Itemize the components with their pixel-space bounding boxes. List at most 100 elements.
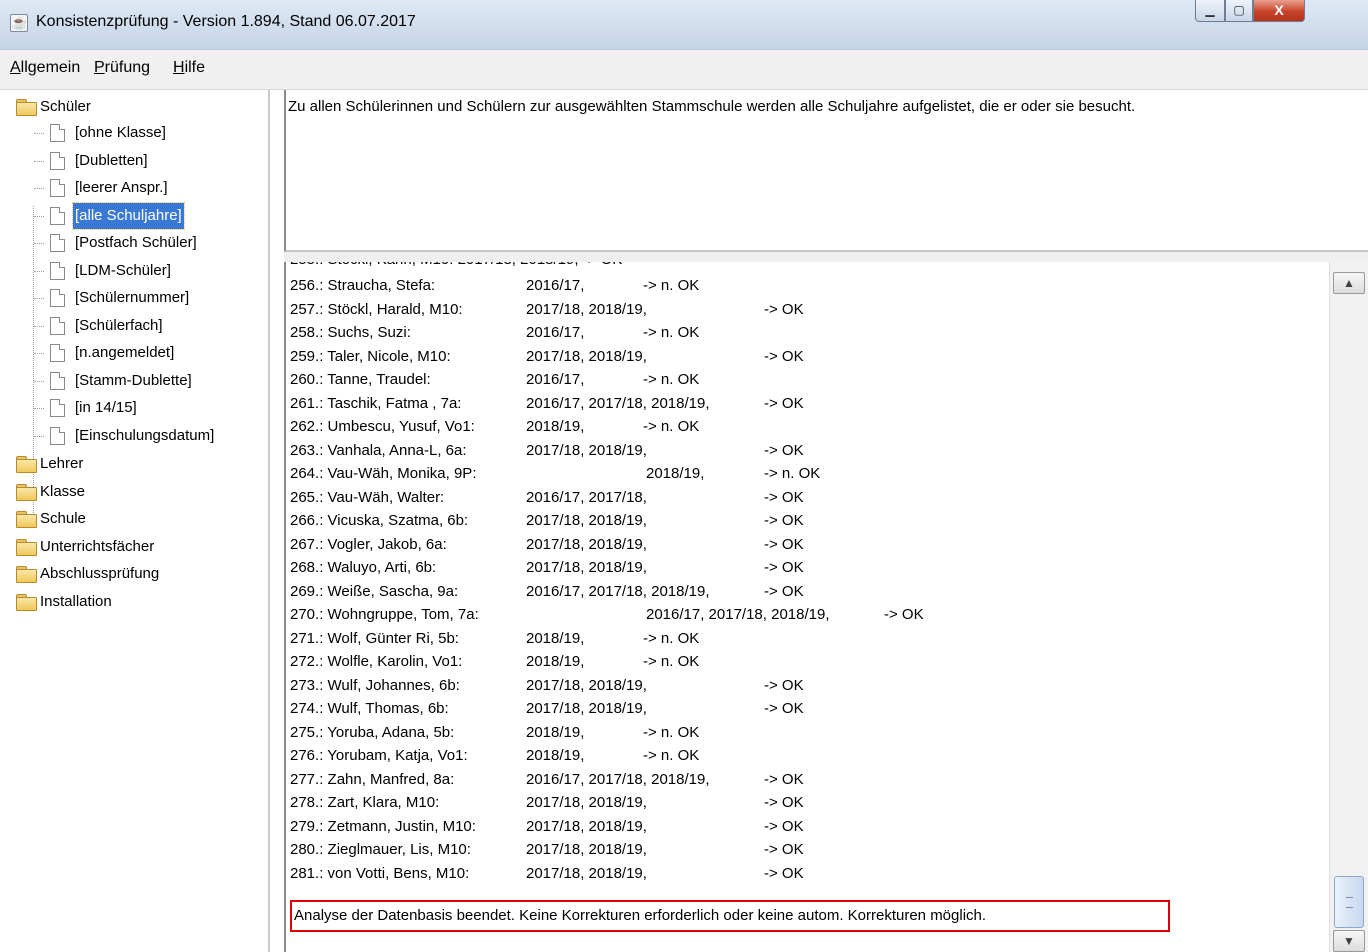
tree-connector xyxy=(34,243,44,244)
tree-item-label: [Stamm-Dublette] xyxy=(75,372,192,389)
folder-icon xyxy=(16,594,37,611)
result-row: 274.: Wulf, Thomas, 6b: 2017/18, 2018/19,… xyxy=(290,697,1329,721)
splitter[interactable] xyxy=(284,252,1368,262)
tree-item-label: [Einschulungsdatum] xyxy=(75,427,215,444)
tree-connector xyxy=(34,298,44,299)
close-button[interactable]: X xyxy=(1253,0,1305,22)
result-name: 268.: Waluyo, Arti, 6b: xyxy=(290,559,437,576)
scroll-down-button[interactable]: ▼ xyxy=(1333,930,1365,952)
result-status: -> n. OK xyxy=(764,465,821,482)
result-name: 280.: Zieglmauer, Lis, M10: xyxy=(290,841,471,858)
result-status: -> OK xyxy=(764,818,804,835)
result-status: -> OK xyxy=(764,559,804,576)
navigation-tree[interactable]: Schüler [ohne Klasse] [Dubletten] [leerer … xyxy=(12,90,270,952)
result-years: 2017/18, 2018/19, xyxy=(526,536,647,553)
result-row: 257.: Stöckl, Harald, M10: 2017/18, 2018/… xyxy=(290,298,1329,322)
document-icon xyxy=(50,427,65,445)
result-status: -> OK xyxy=(764,395,804,412)
result-name: 266.: Vicuska, Szatma, 6b: xyxy=(290,512,469,529)
vertical-scrollbar[interactable]: ▲ ▼ xyxy=(1329,262,1368,952)
result-row: 267.: Vogler, Jakob, 6a: 2017/18, 2018/19… xyxy=(290,533,1329,557)
result-row: 279.: Zetmann, Justin, M10: 2017/18, 2018… xyxy=(290,815,1329,839)
final-message: Analyse der Datenbasis beendet. Keine Ko… xyxy=(290,900,1170,932)
description-panel: Zu allen Schülerinnen und Schülern zur a… xyxy=(284,90,1368,252)
menu-mnemonic: A xyxy=(10,59,21,76)
document-icon xyxy=(50,179,65,197)
result-years: 2017/18, 2018/19, xyxy=(526,794,647,811)
result-name: 262.: Umbescu, Yusuf, Vo1: xyxy=(290,418,475,435)
minimize-button[interactable]: ▁ xyxy=(1195,0,1225,22)
result-years: 2016/17, 2017/18, xyxy=(526,489,647,506)
result-status: -> OK xyxy=(884,606,924,623)
result-row: 277.: Zahn, Manfred, 8a: 2016/17, 2017/18… xyxy=(290,768,1329,792)
tree-connector xyxy=(34,216,44,217)
tree-item-label: [ohne Klasse] xyxy=(75,124,166,141)
result-row: 278.: Zart, Klara, M10: 2017/18, 2018/19,… xyxy=(290,791,1329,815)
menu-hilfe[interactable]: Hilfe xyxy=(173,59,205,77)
tree-connector xyxy=(34,161,44,162)
results-panel[interactable]: 255.: Stöckl, Karin, M10: 2017/18, 2018/… xyxy=(284,262,1329,952)
result-name: 264.: Vau-Wäh, Monika, 9P: xyxy=(290,465,477,482)
result-status: -> OK xyxy=(764,512,804,529)
menu-label: rüfung xyxy=(104,59,151,76)
tree-folder-label: Abschlussprüfung xyxy=(40,565,160,582)
result-row: 271.: Wolf, Günter Ri, 5b: 2018/19, -> n. … xyxy=(290,627,1329,651)
menu-label: llgemein xyxy=(20,59,81,76)
result-status: -> OK xyxy=(764,348,804,365)
tree-item-label: [Postfach Schüler] xyxy=(75,234,197,251)
menu-pruefung[interactable]: Prüfung xyxy=(94,59,150,77)
result-years: 2017/18, 2018/19, xyxy=(526,559,647,576)
title-bar[interactable]: ☕ Konsistenzprüfung - Version 1.894, Sta… xyxy=(0,0,1368,50)
menu-label: ilfe xyxy=(184,59,206,76)
tree-folder-label: Unterrichtsfächer xyxy=(40,538,155,555)
tree-connector xyxy=(34,408,44,409)
scroll-up-button[interactable]: ▲ xyxy=(1333,272,1365,294)
result-years: 2016/17, 2017/18, 2018/19, xyxy=(526,395,710,412)
result-row: 258.: Suchs, Suzi: 2016/17, -> n. OK xyxy=(290,321,1329,345)
result-years: 2017/18, 2018/19, xyxy=(526,512,647,529)
result-name: 257.: Stöckl, Harald, M10: xyxy=(290,301,463,318)
result-status: -> OK xyxy=(764,677,804,694)
result-row: 276.: Yorubam, Katja, Vo1: 2018/19, -> n. … xyxy=(290,744,1329,768)
result-row: 262.: Umbescu, Yusuf, Vo1: 2018/19, -> n. … xyxy=(290,415,1329,439)
result-status: -> n. OK xyxy=(643,653,700,670)
result-name: 270.: Wohngruppe, Tom, 7a: xyxy=(290,606,479,623)
result-years: 2018/19, xyxy=(526,724,585,741)
tree-item-label: [alle Schuljahre] xyxy=(72,202,185,230)
result-name: 278.: Zart, Klara, M10: xyxy=(290,794,440,811)
result-years: 2018/19, xyxy=(646,465,705,482)
tree-folder-label: Schule xyxy=(40,510,86,527)
document-icon xyxy=(50,152,65,170)
scroll-thumb[interactable] xyxy=(1334,876,1364,928)
tree-folder-label: Lehrer xyxy=(40,455,84,472)
document-icon xyxy=(50,372,65,390)
result-row: 265.: Vau-Wäh, Walter: 2016/17, 2017/18, -… xyxy=(290,486,1329,510)
result-row: 272.: Wolfle, Karolin, Vo1: 2018/19, -> n.… xyxy=(290,650,1329,674)
tree-folder-label: Schüler xyxy=(40,98,91,115)
result-name: 275.: Yoruba, Adana, 5b: xyxy=(290,724,455,741)
folder-icon xyxy=(16,456,37,473)
result-status: -> OK xyxy=(764,865,804,882)
tree-connector xyxy=(34,271,44,272)
document-icon xyxy=(50,344,65,362)
tree-item-label: [in 14/15] xyxy=(75,399,137,416)
result-status: -> OK xyxy=(764,700,804,717)
result-name: 263.: Vanhala, Anna-L, 6a: xyxy=(290,442,467,459)
result-row: 270.: Wohngruppe, Tom, 7a: 2016/17, 2017/… xyxy=(290,603,1329,627)
result-years: 2017/18, 2018/19, xyxy=(526,818,647,835)
result-status: -> OK xyxy=(764,771,804,788)
result-status: -> n. OK xyxy=(643,324,700,341)
result-row: 273.: Wulf, Johannes, 6b: 2017/18, 2018/1… xyxy=(290,674,1329,698)
menu-mnemonic: P xyxy=(94,59,105,76)
result-status: -> OK xyxy=(764,489,804,506)
result-row: 263.: Vanhala, Anna-L, 6a: 2017/18, 2018/… xyxy=(290,439,1329,463)
menu-allgemein[interactable]: Allgemein xyxy=(10,59,80,77)
result-name: 261.: Taschik, Fatma , 7a: xyxy=(290,395,462,412)
document-icon xyxy=(50,317,65,335)
result-years: 2017/18, 2018/19, xyxy=(526,301,647,318)
result-status: -> OK xyxy=(764,442,804,459)
result-row: 281.: von Votti, Bens, M10: 2017/18, 2018… xyxy=(290,862,1329,886)
maximize-button[interactable]: ▢ xyxy=(1225,0,1253,22)
result-years: 2016/17, xyxy=(526,324,585,341)
tree-connector xyxy=(34,188,44,189)
